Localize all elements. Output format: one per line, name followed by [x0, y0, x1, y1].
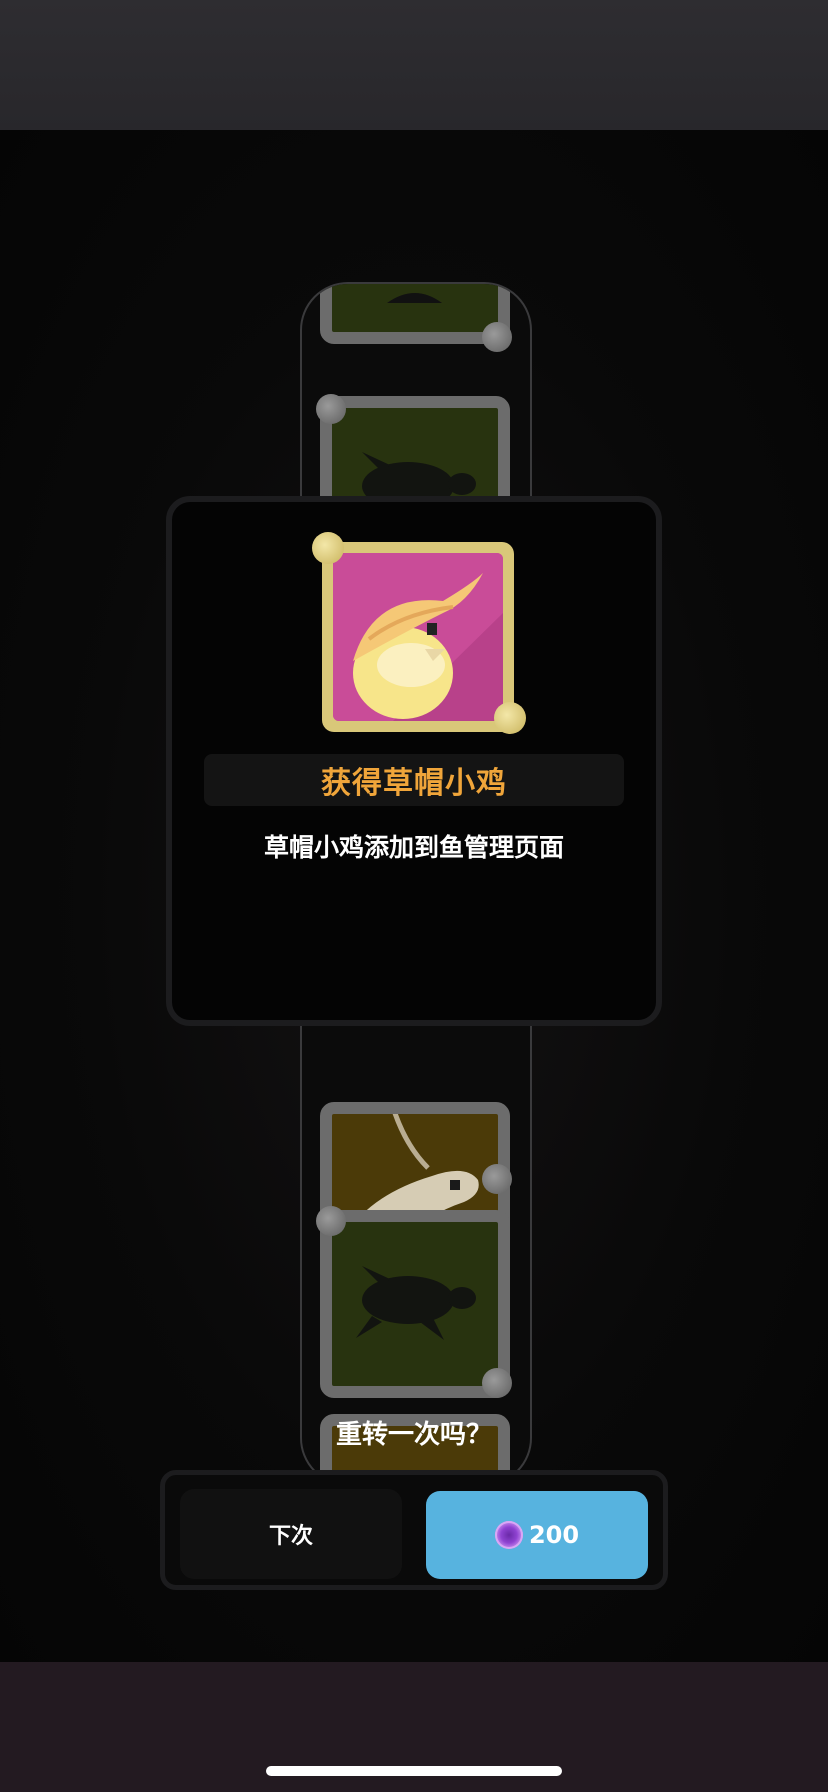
next-time-button[interactable]: 下次: [180, 1489, 402, 1579]
shell-icon: [316, 394, 346, 424]
gem-icon: [494, 1521, 523, 1549]
shell-icon: [494, 702, 526, 734]
fish-icon: [387, 293, 442, 303]
slot-screen: 获得草帽小鸡 草帽小鸡添加到鱼管理页面 重转一次吗？ 下次 200: [0, 0, 828, 1792]
reel-cell: [320, 1210, 510, 1398]
turtle-icon: [356, 1266, 476, 1340]
shell-icon: [312, 532, 344, 564]
shell-icon: [482, 1164, 512, 1194]
home-indicator[interactable]: [266, 1766, 562, 1776]
shell-icon: [316, 1206, 346, 1236]
spin-cost: 200: [528, 1521, 580, 1549]
respin-button[interactable]: 200: [426, 1491, 648, 1579]
reward-title-bar: 获得草帽小鸡: [204, 754, 624, 806]
shell-icon: [482, 322, 512, 352]
reward-title: 获得草帽小鸡: [321, 766, 507, 801]
straw-hat-chick-icon: [333, 553, 503, 721]
reward-dialog: 获得草帽小鸡 草帽小鸡添加到鱼管理页面: [166, 496, 662, 1026]
top-status-area: [0, 0, 828, 130]
shell-icon: [482, 1368, 512, 1398]
action-bar: 下次 200: [160, 1470, 668, 1590]
respin-prompt: 重转一次吗？: [335, 1420, 492, 1450]
reward-card: [322, 542, 514, 732]
reward-description: 草帽小鸡添加到鱼管理页面: [263, 833, 564, 862]
